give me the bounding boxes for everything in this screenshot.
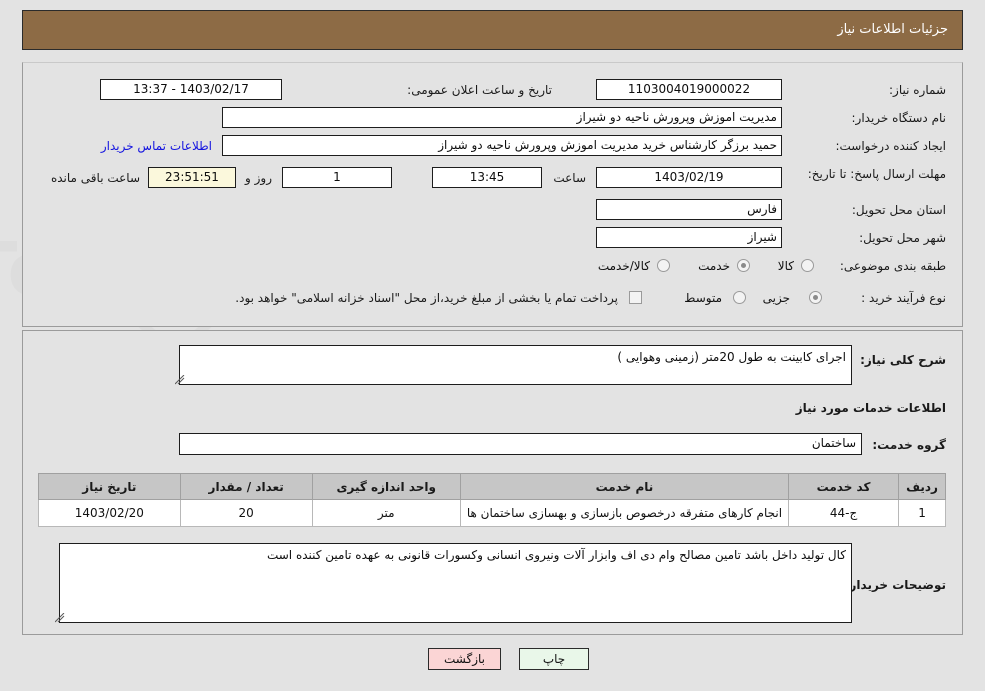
services-heading: اطلاعات خدمات مورد نیاز bbox=[795, 401, 946, 415]
deadline-date-field: 1403/02/19 bbox=[596, 167, 782, 188]
th-row: ردیف bbox=[898, 473, 946, 500]
city-label: شهر محل تحویل: bbox=[859, 231, 946, 245]
buyer-notes-label: توضیحات خریدار: bbox=[844, 578, 946, 592]
days-remaining-field: 1 bbox=[282, 167, 392, 188]
radio-label-kala-khedmat: کالا/خدمت bbox=[597, 259, 650, 273]
service-group-field[interactable]: ساختمان bbox=[179, 433, 862, 455]
deadline-label: مهلت ارسال پاسخ: تا تاریخ: bbox=[807, 167, 946, 181]
table-row: 1 ج-44 انجام کارهای متفرقه درخصوص بازساز… bbox=[38, 499, 946, 527]
table-header-row: ردیف کد خدمت نام خدمت واحد اندازه گیری ت… bbox=[38, 473, 946, 500]
treasury-note-label: پرداخت تمام یا بخشی از مبلغ خرید،از محل … bbox=[235, 291, 618, 305]
need-number-field: 1103004019000022 bbox=[596, 79, 782, 100]
th-code: کد خدمت bbox=[788, 473, 900, 500]
services-table: ردیف کد خدمت نام خدمت واحد اندازه گیری ت… bbox=[38, 473, 946, 527]
need-number-label: شماره نیاز: bbox=[889, 83, 946, 97]
requester-field: حمید برزگر کارشناس خرید مدیریت اموزش وپر… bbox=[222, 135, 782, 156]
radio-category-kala[interactable] bbox=[801, 259, 814, 272]
radio-category-khedmat[interactable] bbox=[737, 259, 750, 272]
remaining-label: ساعت باقی مانده bbox=[50, 171, 140, 185]
deadline-time-field: 13:45 bbox=[432, 167, 542, 188]
announce-label: تاریخ و ساعت اعلان عمومی: bbox=[407, 83, 552, 97]
radio-label-kala: کالا bbox=[777, 259, 794, 273]
th-qty: تعداد / مقدار bbox=[179, 473, 313, 500]
cell-qty: 20 bbox=[179, 499, 313, 527]
th-name: نام خدمت bbox=[459, 473, 790, 500]
category-label: طبقه بندی موضوعی: bbox=[839, 259, 946, 273]
treasury-docs-checkbox[interactable] bbox=[629, 291, 642, 304]
radio-category-kala-khedmat[interactable] bbox=[657, 259, 670, 272]
city-field: شیراز bbox=[596, 227, 782, 248]
announce-date-field: 1403/02/17 - 13:37 bbox=[100, 79, 282, 100]
cell-unit: متر bbox=[311, 499, 461, 527]
radio-process-jozii[interactable] bbox=[809, 291, 822, 304]
buyer-notes-textarea[interactable]: کال تولید داخل باشد تامین مصالح وام دی ا… bbox=[59, 543, 852, 623]
general-desc-label: شرح کلی نیاز: bbox=[860, 353, 946, 367]
service-details-panel: شرح کلی نیاز: اجرای کابینت به طول 20متر … bbox=[22, 330, 963, 635]
buyer-org-field: مدیریت اموزش وپرورش ناحیه دو شیراز bbox=[222, 107, 782, 128]
page-title: جزئیات اطلاعات نیاز bbox=[837, 22, 948, 37]
radio-process-motavaset[interactable] bbox=[733, 291, 746, 304]
radio-label-khedmat: خدمت bbox=[698, 259, 730, 273]
need-info-panel: شماره نیاز: 1103004019000022 تاریخ و ساع… bbox=[22, 62, 963, 327]
day-and-label: روز و bbox=[245, 171, 272, 185]
radio-label-motavaset: متوسط bbox=[684, 291, 722, 305]
radio-label-jozii: جزیی bbox=[762, 291, 790, 305]
buyer-contact-link[interactable]: اطلاعات تماس خریدار bbox=[101, 139, 212, 153]
province-field: فارس bbox=[596, 199, 782, 220]
cell-row: 1 bbox=[898, 499, 946, 527]
countdown-timer: 23:51:51 bbox=[148, 167, 236, 188]
page-header: جزئیات اطلاعات نیاز bbox=[22, 10, 963, 50]
print-button[interactable]: چاپ bbox=[519, 648, 589, 670]
cell-code: ج-44 bbox=[788, 499, 900, 527]
general-desc-textarea[interactable]: اجرای کابینت به طول 20متر (زمینی وهوایی … bbox=[179, 345, 852, 385]
cell-date: 1403/02/20 bbox=[38, 499, 181, 527]
back-button[interactable]: بازگشت bbox=[428, 648, 501, 670]
th-date: تاریخ نیاز bbox=[38, 473, 181, 500]
requester-label: ایجاد کننده درخواست: bbox=[835, 139, 946, 153]
cell-name: انجام کارهای متفرقه درخصوص بازسازی و بهس… bbox=[459, 499, 790, 527]
province-label: استان محل تحویل: bbox=[851, 203, 946, 217]
process-label: نوع فرآیند خرید : bbox=[861, 291, 946, 305]
buyer-org-label: نام دستگاه خریدار: bbox=[851, 111, 947, 125]
hour-label: ساعت bbox=[553, 171, 586, 185]
service-group-label: گروه خدمت: bbox=[872, 438, 946, 452]
th-unit: واحد اندازه گیری bbox=[311, 473, 461, 500]
